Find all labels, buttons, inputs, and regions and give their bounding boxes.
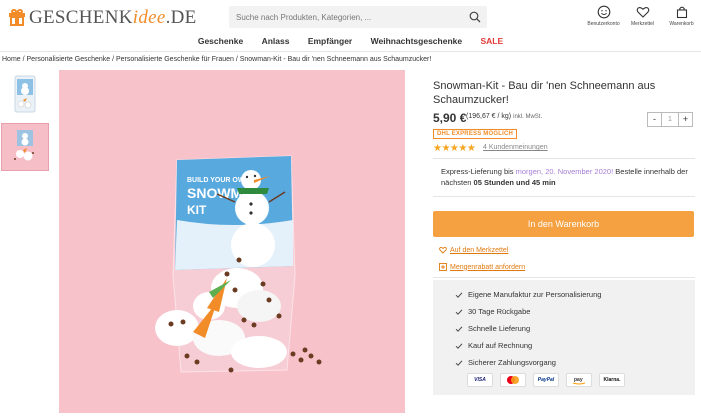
product-photo: BUILD YOUR OWN SNOWMAN KIT bbox=[155, 155, 322, 373]
thumbnail-1-image bbox=[14, 75, 36, 113]
logo-text: GESCHENKidee.DE bbox=[29, 7, 197, 28]
benefit-label: Eigene Manufaktur zur Personalisierung bbox=[468, 290, 602, 299]
benefits-box: Eigene Manufaktur zur Personalisierung 3… bbox=[433, 280, 695, 395]
bag-icon bbox=[676, 6, 687, 19]
thumbnail-2-image bbox=[14, 130, 34, 161]
nav-item-sale[interactable]: SALE bbox=[480, 36, 503, 46]
check-icon bbox=[455, 308, 463, 315]
thumbnail-1[interactable] bbox=[1, 70, 49, 118]
bag-text-line3: KIT bbox=[187, 203, 207, 217]
wishlist-link-label: Auf den Merkzettel bbox=[450, 246, 509, 254]
benefit-item: 30 Tage Rückgabe bbox=[455, 307, 530, 316]
divider bbox=[433, 158, 695, 159]
payment-methods: VISA PayPal pay Klarna. bbox=[467, 373, 632, 387]
header-divider bbox=[0, 51, 701, 52]
divider bbox=[433, 196, 695, 197]
heart-icon bbox=[439, 246, 447, 254]
cart-header-button[interactable]: Warenkorb bbox=[662, 4, 701, 27]
dhl-express-badge: DHL EXPRESS MÖGLICH bbox=[433, 129, 518, 139]
wishlist-button[interactable]: Merkzettel bbox=[623, 4, 662, 27]
benefit-item: Eigene Manufaktur zur Personalisierung bbox=[455, 290, 601, 299]
bulk-discount-link[interactable]: Mengenrabatt anfordern bbox=[439, 263, 525, 271]
product-image[interactable]: BUILD YOUR OWN SNOWMAN KIT bbox=[59, 70, 405, 413]
account-label: Benutzerkonto bbox=[587, 21, 620, 27]
plus-box-icon bbox=[439, 263, 447, 271]
delivery-info: Express-Lieferung bis morgen, 20. Novemb… bbox=[441, 166, 691, 188]
breadcrumb[interactable]: Home / Personalisierte Geschenke / Perso… bbox=[2, 56, 431, 63]
delivery-prefix: Express-Lieferung bis bbox=[441, 167, 516, 176]
unit-price-value: (196,67 € / kg) bbox=[466, 113, 512, 120]
check-icon bbox=[455, 359, 463, 366]
benefit-label: 30 Tage Rückgabe bbox=[468, 307, 531, 316]
paypal-logo: PayPal bbox=[533, 373, 559, 387]
benefit-item: Kauf auf Rechnung bbox=[455, 341, 532, 350]
check-icon bbox=[455, 291, 463, 298]
bag-text-line1: BUILD YOUR OWN bbox=[187, 177, 249, 184]
nav-item-anlass[interactable]: Anlass bbox=[262, 36, 290, 46]
wishlist-link[interactable]: Auf den Merkzettel bbox=[439, 246, 508, 254]
heart-icon bbox=[636, 6, 649, 18]
benefit-label: Kauf auf Rechnung bbox=[468, 341, 533, 350]
rating-stars: ★★★★★ bbox=[433, 143, 476, 154]
bulk-discount-label: Mengenrabatt anfordern bbox=[450, 263, 526, 271]
search-icon[interactable] bbox=[469, 11, 481, 23]
nav-item-empfaenger[interactable]: Empfänger bbox=[308, 36, 352, 46]
delivery-time: 05 Stunden und 45 min bbox=[473, 178, 556, 187]
svg-text:pay: pay bbox=[574, 377, 583, 383]
benefit-label: Schnelle Lieferung bbox=[468, 324, 531, 333]
unit-price: (196,67 € / kg) inkl. MwSt. bbox=[466, 113, 542, 120]
benefit-item: Sicherer Zahlungsvorgang bbox=[455, 358, 556, 367]
smiley-icon bbox=[597, 5, 610, 19]
gift-icon bbox=[8, 9, 26, 27]
reviews-link[interactable]: 4 Kundenmeinungen bbox=[483, 144, 548, 151]
site-header: GESCHENKidee.DE Benutzerkonto Merkzettel bbox=[0, 0, 701, 34]
search-input[interactable] bbox=[229, 6, 464, 28]
product-price: 5,90 € bbox=[433, 111, 467, 125]
benefit-label: Sicherer Zahlungsvorgang bbox=[468, 358, 556, 367]
amazon-pay-logo: pay bbox=[566, 373, 592, 387]
thumbnail-2[interactable] bbox=[1, 123, 49, 171]
qty-input[interactable] bbox=[662, 112, 678, 127]
klarna-logo: Klarna. bbox=[599, 373, 625, 387]
benefit-item: Schnelle Lieferung bbox=[455, 324, 530, 333]
mastercard-circles bbox=[507, 376, 519, 384]
main-nav: Geschenke Anlass Empfänger Weihnachtsges… bbox=[0, 36, 701, 46]
search-bar bbox=[229, 6, 487, 28]
cart-header-label: Warenkorb bbox=[669, 21, 694, 27]
nav-item-weihnachtsgeschenke[interactable]: Weihnachtsgeschenke bbox=[371, 36, 463, 46]
visa-logo: VISA bbox=[467, 373, 493, 387]
quantity-stepper: - + bbox=[647, 112, 693, 127]
header-actions: Benutzerkonto Merkzettel Warenkorb bbox=[584, 4, 701, 27]
vat-label: inkl. MwSt. bbox=[513, 114, 543, 120]
account-button[interactable]: Benutzerkonto bbox=[584, 4, 623, 27]
qty-increase-button[interactable]: + bbox=[678, 112, 693, 127]
amazon-pay-mark: pay bbox=[572, 377, 586, 385]
check-icon bbox=[455, 342, 463, 349]
product-title: Snowman-Kit - Bau dir 'nen Schneemann au… bbox=[433, 80, 656, 106]
check-icon bbox=[455, 325, 463, 332]
delivery-date: morgen, 20. November 2020! bbox=[515, 167, 614, 176]
qty-decrease-button[interactable]: - bbox=[647, 112, 662, 127]
mastercard-logo bbox=[500, 373, 526, 387]
wishlist-label: Merkzettel bbox=[630, 21, 655, 27]
divider bbox=[433, 277, 695, 278]
site-logo[interactable]: GESCHENKidee.DE bbox=[8, 7, 197, 29]
add-to-cart-button[interactable]: In den Warenkorb bbox=[433, 211, 694, 237]
nav-item-geschenke[interactable]: Geschenke bbox=[198, 36, 243, 46]
